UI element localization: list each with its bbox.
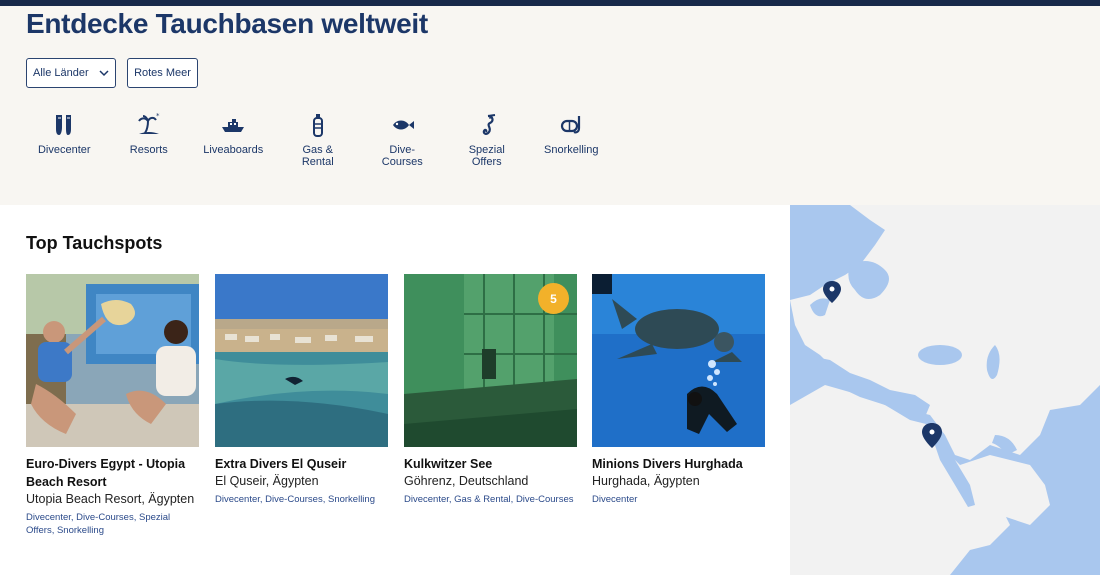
spot-location: Göhrenz, Deutschland: [404, 474, 529, 488]
spot-location: Hurghada, Ägypten: [592, 474, 700, 488]
svg-text:*: *: [156, 112, 160, 120]
category-spezial-offers[interactable]: Spezial Offers: [445, 112, 530, 168]
category-snorkelling[interactable]: Snorkelling: [529, 112, 614, 168]
country-select-value: Alle Länder: [33, 67, 89, 79]
section-title: Top Tauchspots: [26, 233, 163, 253]
category-label: Gas & Rental: [301, 144, 334, 168]
category-bar: Divecenter * Resorts Liveaboards Gas & R…: [22, 112, 614, 168]
category-resorts[interactable]: * Resorts: [107, 112, 192, 168]
spot-tags: Divecenter: [592, 494, 638, 505]
category-label: Spezial Offers: [468, 144, 505, 168]
category-label: Divecenter: [37, 144, 91, 156]
country-select[interactable]: Alle Länder: [26, 58, 116, 88]
category-label: Resorts: [129, 144, 168, 156]
spot-tags: Divecenter, Gas & Rental, Dive-Courses: [404, 494, 574, 505]
fish-icon: [393, 120, 415, 130]
category-label: Dive-Courses: [381, 144, 423, 168]
category-label: Liveaboards: [203, 144, 264, 156]
header: Entdecke Tauchbasen weltweit Alle Länder…: [0, 6, 1100, 205]
spot-image: [592, 274, 765, 447]
spot-image: [215, 274, 388, 447]
world-map: [790, 205, 1100, 575]
category-liveaboards[interactable]: Liveaboards: [191, 112, 276, 168]
spot-name: Euro-Divers Egypt - Utopia Beach Resort: [26, 457, 186, 489]
category-label: Snorkelling: [544, 144, 599, 156]
spot-name: Extra Divers El Quseir: [215, 457, 347, 471]
spot-image: 5: [404, 274, 577, 447]
spot-tags: Divecenter, Dive-Courses, Snorkelling: [215, 494, 375, 505]
category-dive-courses[interactable]: Dive-Courses: [360, 112, 445, 168]
spot-tags: Divecenter, Dive-Courses, Spezial Offers…: [26, 512, 171, 536]
boat-icon: [222, 119, 245, 132]
category-divecenter[interactable]: Divecenter: [22, 112, 107, 168]
spot-card[interactable]: 5 Kulkwitzer See Göhrenz, Deutschland Di…: [404, 274, 577, 506]
spot-location: Utopia Beach Resort, Ägypten: [26, 492, 195, 506]
spot-name: Kulkwitzer See: [404, 457, 493, 471]
spot-card[interactable]: Extra Divers El Quseir El Quseir, Ägypte…: [215, 274, 388, 506]
page-title: Entdecke Tauchbasen weltweit: [26, 8, 428, 39]
region-filter-button[interactable]: Rotes Meer: [127, 58, 198, 88]
spot-image: [26, 274, 199, 447]
chevron-down-icon: [99, 70, 109, 77]
oxygen-tank-icon: [312, 114, 323, 137]
category-gas-rental[interactable]: Gas & Rental: [276, 112, 361, 168]
snorkel-mask-icon: [561, 116, 581, 134]
top-spots-section: Top Tauchspots Euro-Divers Egypt - Utopi…: [0, 205, 790, 575]
palm-island-icon: *: [137, 112, 160, 134]
spot-card[interactable]: Minions Divers Hurghada Hurghada, Ägypte…: [592, 274, 765, 506]
seahorse-icon: [482, 114, 495, 135]
fins-icon: [56, 115, 72, 135]
map-panel[interactable]: [790, 205, 1100, 575]
spot-card[interactable]: Euro-Divers Egypt - Utopia Beach Resort …: [26, 274, 199, 537]
region-filter-label: Rotes Meer: [134, 67, 191, 79]
spot-location: El Quseir, Ägypten: [215, 474, 319, 488]
spot-name: Minions Divers Hurghada: [592, 457, 743, 471]
rating-badge: 5: [538, 283, 569, 314]
